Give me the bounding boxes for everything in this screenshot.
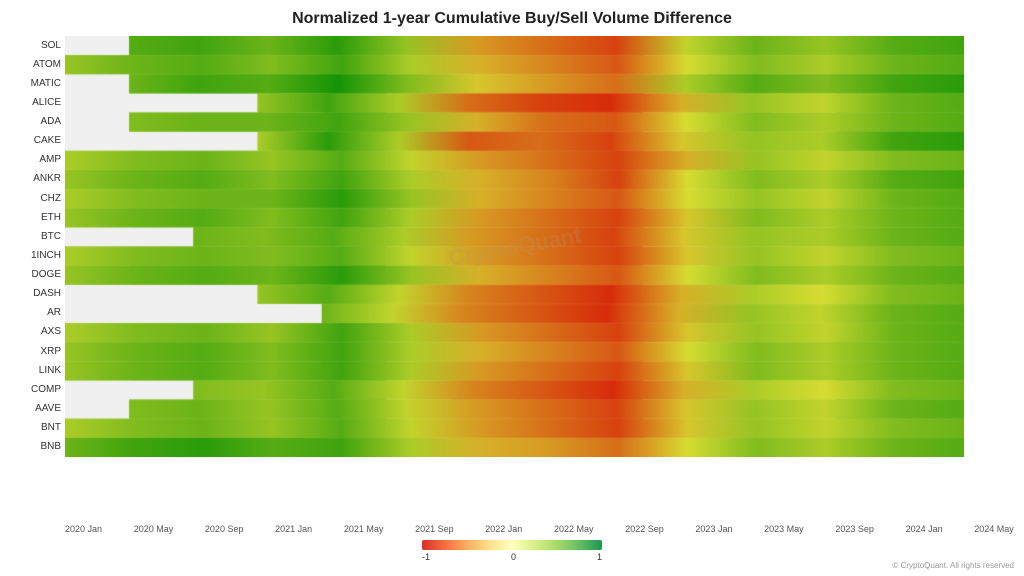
x-label: 2023 Sep: [835, 524, 874, 534]
y-label: DOGE: [10, 270, 61, 280]
y-label: SOL: [10, 41, 61, 51]
x-label: 2021 Sep: [415, 524, 454, 534]
x-label: 2020 Jan: [65, 524, 102, 534]
y-label: AMP: [10, 155, 61, 165]
legend-min: -1: [422, 552, 430, 562]
y-label: LINK: [10, 366, 61, 376]
y-label: BNT: [10, 423, 61, 433]
y-label: CHZ: [10, 194, 61, 204]
y-label: XRP: [10, 347, 61, 357]
y-label: 1INCH: [10, 251, 61, 261]
y-label: ADA: [10, 117, 61, 127]
x-label: 2021 Jan: [275, 524, 312, 534]
chart-area: SOL ATOM MATIC ALICE ADA CAKE AMP ANKR CHZ ETH BTC…: [10, 36, 964, 457]
legend-mid: 0: [511, 552, 516, 562]
legend-area: -1 0 1: [422, 540, 602, 562]
x-label: 2023 May: [764, 524, 804, 534]
y-label: AR: [10, 308, 61, 318]
x-label: 2023 Jan: [695, 524, 732, 534]
y-label: COMP: [10, 385, 61, 395]
y-label: BNB: [10, 442, 61, 452]
y-label: CAKE: [10, 136, 61, 146]
heatmap-canvas: [65, 36, 964, 457]
x-label: 2021 May: [344, 524, 384, 534]
x-label: 2022 Sep: [625, 524, 664, 534]
y-label: BTC: [10, 232, 61, 242]
chart-container: Normalized 1-year Cumulative Buy/Sell Vo…: [0, 0, 1024, 576]
x-label: 2024 May: [974, 524, 1014, 534]
x-label: 2022 May: [554, 524, 594, 534]
x-label: 2020 Sep: [205, 524, 244, 534]
y-label: AXS: [10, 327, 61, 337]
y-label: MATIC: [10, 79, 61, 89]
copyright-text: © CryptoQuant. All rights reserved: [893, 561, 1015, 570]
legend-labels: -1 0 1: [422, 552, 602, 562]
y-label: DASH: [10, 289, 61, 299]
y-label: ATOM: [10, 60, 61, 70]
heatmap-wrapper: CryptoQuant: [65, 36, 964, 457]
y-label: ALICE: [10, 98, 61, 108]
chart-title: Normalized 1-year Cumulative Buy/Sell Vo…: [10, 10, 964, 28]
x-axis: 2020 Jan 2020 May 2020 Sep 2021 Jan 2021 May…: [65, 524, 1014, 534]
legend-max: 1: [597, 552, 602, 562]
x-label: 2022 Jan: [485, 524, 522, 534]
x-label: 2024 Jan: [906, 524, 943, 534]
x-label: 2020 May: [134, 524, 174, 534]
y-label: AAVE: [10, 404, 61, 414]
y-label: ETH: [10, 213, 61, 223]
y-axis-labels: SOL ATOM MATIC ALICE ADA CAKE AMP ANKR CHZ ETH BTC…: [10, 36, 65, 457]
y-label: ANKR: [10, 174, 61, 184]
legend-bar: [422, 540, 602, 550]
